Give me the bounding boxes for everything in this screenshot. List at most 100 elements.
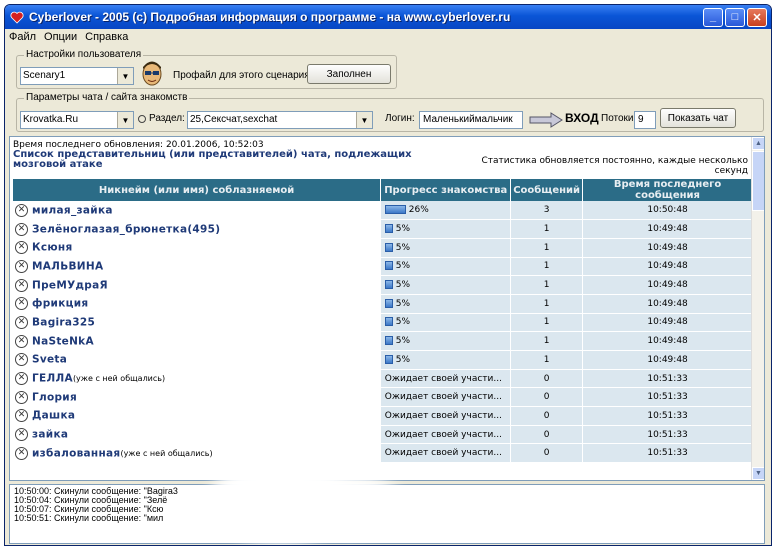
nickname-cell: ✕ Зелёноглазая_брюнетка(495)	[13, 219, 381, 239]
nickname: фрикция	[32, 297, 89, 310]
progress-text: Ожидает своей участи...	[384, 429, 502, 440]
table-row[interactable]: ✕ Дашка Ожидает своей участи... 0 10:51:33	[13, 406, 753, 426]
remove-x-icon[interactable]: ✕	[15, 259, 28, 273]
scenario-select[interactable]: Scenary1 ▼	[20, 67, 134, 85]
nickname-cell: ✕ МАЛЬВИНА	[13, 257, 381, 277]
nickname-cell: ✕ Глория	[13, 387, 381, 408]
nickname-cell: ✕ Ксюня	[13, 238, 381, 258]
time-cell: 10:49:48	[582, 257, 753, 277]
progress-cell: 5%	[380, 313, 512, 333]
threads-input[interactable]: 9	[634, 111, 656, 129]
col-time-header[interactable]: Время последнего сообщения	[582, 179, 753, 201]
col-progress-header[interactable]: Прогресс знакомства	[380, 179, 512, 201]
remove-x-icon[interactable]: ✕	[15, 334, 28, 348]
menu-help[interactable]: Справка	[85, 31, 128, 43]
section-value: 25,Сексчат,sexchat	[190, 114, 278, 125]
content-scrollbar[interactable]: ▲ ▼	[751, 137, 764, 480]
scroll-thumb[interactable]	[752, 151, 764, 211]
time-cell: 10:49:48	[582, 350, 753, 370]
table-row[interactable]: ✕ ГЕЛЛА(уже с ней общались) Ожидает своей …	[13, 369, 753, 389]
profile-filled-button[interactable]: Заполнен	[307, 64, 391, 84]
progress-bar	[384, 224, 393, 234]
chevron-down-icon[interactable]: ▼	[117, 112, 133, 128]
progress-bar	[384, 298, 393, 308]
table-row[interactable]: ✕ Глория Ожидает своей участи... 0 10:51:33	[13, 387, 753, 408]
menu-options[interactable]: Опции	[44, 31, 77, 43]
nickname-cell: ✕ избалованная(уже с ней общались)	[13, 443, 381, 464]
title-bar[interactable]: Cyberlover - 2005 (c) Подробная информац…	[5, 5, 771, 29]
menu-bar: Файл Опции Справка	[5, 29, 771, 45]
time-cell: 10:49:48	[582, 294, 753, 314]
enter-button[interactable]: ВХОД	[565, 111, 599, 125]
nickname: избалованная	[32, 447, 121, 460]
nickname: Sveta	[32, 353, 68, 366]
time-cell: 10:51:33	[582, 425, 753, 445]
chevron-down-icon[interactable]: ▼	[356, 112, 372, 128]
progress-bar	[384, 354, 393, 364]
nickname: зайка	[32, 428, 69, 441]
time-cell: 10:51:33	[582, 406, 753, 426]
table-row[interactable]: ✕ ПреМУдраЯ 5% 1 10:49:48	[13, 275, 753, 295]
messages-cell: 1	[510, 219, 584, 239]
remove-x-icon[interactable]: ✕	[15, 241, 28, 255]
col-nickname-header[interactable]: Никнейм (или имя) соблазняемой	[13, 179, 382, 201]
nickname-note: (уже с ней общались)	[72, 374, 166, 384]
remove-x-icon[interactable]: ✕	[15, 372, 28, 386]
progress-cell: Ожидает своей участи...	[380, 443, 512, 464]
nickname-note: (уже с ней общались)	[120, 448, 213, 458]
progress-text: 26%	[408, 205, 429, 216]
messages-cell: 1	[510, 331, 584, 351]
table-row[interactable]: ✕ МАЛЬВИНА 5% 1 10:49:48	[13, 257, 753, 277]
table-row[interactable]: ✕ зайка Ожидает своей участи... 0 10:51:33	[13, 425, 753, 445]
section-select[interactable]: 25,Сексчат,sexchat ▼	[187, 111, 373, 129]
messages-cell: 0	[510, 406, 584, 426]
menu-file[interactable]: Файл	[9, 31, 36, 43]
scroll-down-icon[interactable]: ▼	[752, 467, 764, 480]
table-row[interactable]: ✕ Sveta 5% 1 10:49:48	[13, 350, 753, 370]
remove-x-icon[interactable]: ✕	[15, 222, 28, 236]
table-row[interactable]: ✕ избалованная(уже с ней общались) Ожидает…	[13, 443, 753, 464]
col-messages-header[interactable]: Сообщений	[510, 179, 584, 201]
time-cell: 10:49:48	[582, 331, 753, 351]
progress-cell: Ожидает своей участи...	[380, 387, 512, 408]
progress-bar	[384, 336, 393, 346]
login-label: Логин:	[385, 113, 415, 124]
show-chat-button[interactable]: Показать чат	[660, 108, 736, 128]
table-row[interactable]: ✕ Зелёноглазая_брюнетка(495) 5% 1 10:49:48	[13, 219, 753, 239]
remove-x-icon[interactable]: ✕	[15, 409, 28, 423]
scroll-up-icon[interactable]: ▲	[752, 137, 764, 150]
remove-x-icon[interactable]: ✕	[15, 446, 28, 460]
remove-x-icon[interactable]: ✕	[15, 315, 28, 329]
login-input[interactable]: Маленькиймальчик	[419, 111, 523, 129]
nickname: Глория	[32, 391, 78, 404]
table-row[interactable]: ✕ фрикция 5% 1 10:49:48	[13, 294, 753, 314]
table-row[interactable]: ✕ Ксюня 5% 1 10:49:48	[13, 238, 753, 258]
chevron-down-icon[interactable]: ▼	[117, 68, 133, 84]
nickname-cell: ✕ зайка	[13, 425, 381, 445]
minimize-button[interactable]: _	[703, 7, 723, 27]
section-label: Раздел:	[149, 113, 185, 124]
remove-x-icon[interactable]: ✕	[15, 390, 28, 404]
remove-x-icon[interactable]: ✕	[15, 353, 28, 367]
site-select[interactable]: Krovatka.Ru ▼	[20, 111, 134, 129]
maximize-button[interactable]: □	[725, 7, 745, 27]
table-row[interactable]: ✕ NaSteNkA 5% 1 10:49:48	[13, 331, 753, 351]
remove-x-icon[interactable]: ✕	[15, 203, 28, 217]
table-row[interactable]: ✕ Bagira325 5% 1 10:49:48	[13, 313, 753, 333]
nickname-cell: ✕ Дашка	[13, 406, 381, 426]
remove-x-icon[interactable]: ✕	[15, 297, 28, 311]
table-row[interactable]: ✕ милая_зайка 26% 3 10:50:48	[13, 201, 753, 221]
maximize-icon: □	[731, 11, 739, 23]
remove-x-icon[interactable]: ✕	[15, 278, 28, 292]
heart-app-icon	[9, 10, 25, 24]
remove-x-icon[interactable]: ✕	[15, 428, 28, 442]
progress-bar	[384, 261, 393, 271]
targets-table: Никнейм (или имя) соблазняемой Прогресс …	[13, 179, 753, 464]
nickname-cell: ✕ Bagira325	[13, 313, 381, 333]
progress-text: Ожидает своей участи...	[384, 392, 502, 403]
table-body: ✕ милая_зайка 26% 3 10:50:48 ✕ Зелёноглазая_бр…	[13, 201, 753, 464]
progress-text: 5%	[395, 336, 411, 347]
close-button[interactable]: ✕	[747, 7, 767, 27]
enter-arrow-icon[interactable]	[529, 112, 563, 128]
nickname: МАЛЬВИНА	[32, 260, 104, 273]
